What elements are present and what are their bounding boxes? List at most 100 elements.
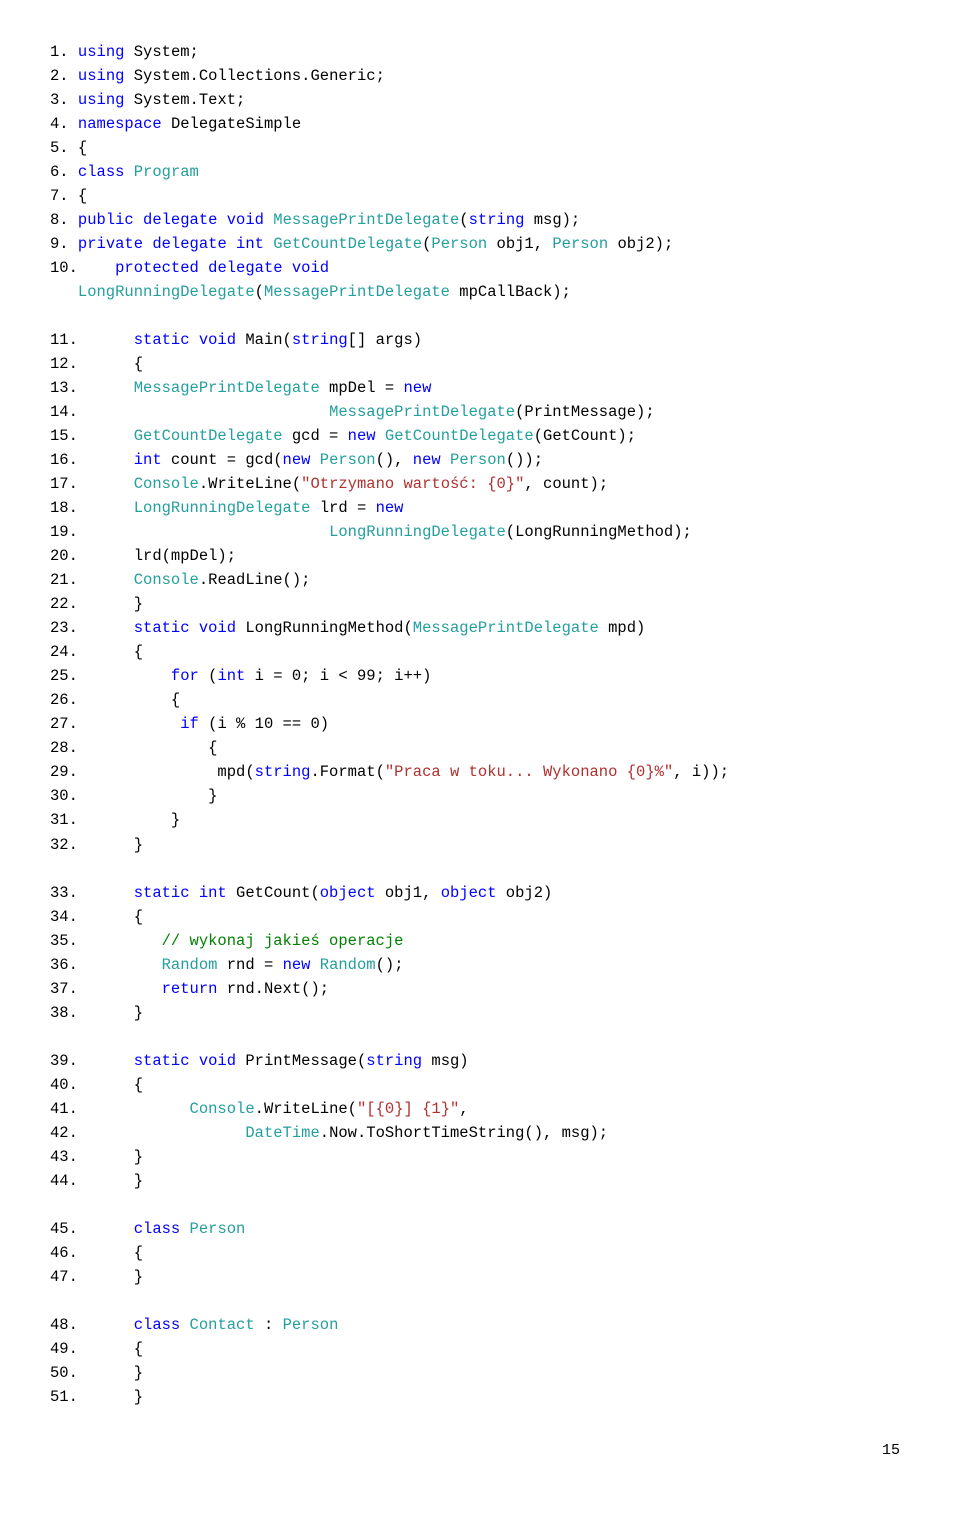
code-line: 12. {: [50, 352, 910, 376]
code-token: .WriteLine(: [199, 475, 301, 493]
code-token: int: [134, 451, 162, 469]
code-token: LongRunningDelegate: [329, 523, 506, 541]
code-line: 41. Console.WriteLine("[{0}] {1}",: [50, 1097, 910, 1121]
code-token: [78, 331, 134, 349]
code-line: 48. class Contact : Person: [50, 1313, 910, 1337]
code-token: string: [255, 763, 311, 781]
code-token: System.Collections.Generic;: [124, 67, 384, 85]
code-line: 34. {: [50, 905, 910, 929]
code-line: 44. }: [50, 1169, 910, 1193]
code-line: 50. }: [50, 1361, 910, 1385]
line-number: 22.: [50, 595, 78, 613]
code-token: [180, 1316, 189, 1334]
code-token: .WriteLine(: [255, 1100, 357, 1118]
line-number: 8.: [50, 211, 69, 229]
code-line: 21. Console.ReadLine();: [50, 568, 910, 592]
line-number: 15.: [50, 427, 78, 445]
code-line: 39. static void PrintMessage(string msg): [50, 1049, 910, 1073]
code-token: LongRunningDelegate: [134, 499, 311, 517]
code-token: }: [78, 1004, 143, 1022]
code-line: 28. {: [50, 736, 910, 760]
code-line: 11. static void Main(string[] args): [50, 328, 910, 352]
code-token: [78, 259, 115, 277]
code-token: {: [78, 1076, 143, 1094]
line-number: 19.: [50, 523, 78, 541]
line-number: 43.: [50, 1148, 78, 1166]
code-token: [69, 91, 78, 109]
code-token: [78, 932, 162, 950]
code-line: 32. }: [50, 833, 910, 857]
code-token: ,: [459, 1100, 468, 1118]
code-token: }: [78, 1268, 143, 1286]
line-number: 50.: [50, 1364, 78, 1382]
code-token: if: [180, 715, 199, 733]
code-token: obj2);: [608, 235, 673, 253]
line-number: 28.: [50, 739, 78, 757]
code-token: {: [78, 908, 143, 926]
line-number: 37.: [50, 980, 78, 998]
code-line: 38. }: [50, 1001, 910, 1025]
code-token: [78, 1220, 134, 1238]
code-line: 7. {: [50, 184, 910, 208]
code-line: 14. MessagePrintDelegate(PrintMessage);: [50, 400, 910, 424]
code-token: private delegate int: [78, 235, 264, 253]
code-token: [310, 451, 319, 469]
code-token: string: [292, 331, 348, 349]
line-number: 18.: [50, 499, 78, 517]
code-token: string: [469, 211, 525, 229]
code-token: [69, 43, 78, 61]
code-line: 26. {: [50, 688, 910, 712]
code-token: [78, 956, 162, 974]
code-token: DelegateSimple: [162, 115, 302, 133]
code-token: new: [376, 499, 404, 517]
code-token: System.Text;: [124, 91, 245, 109]
code-token: Contact: [190, 1316, 255, 1334]
code-token: {: [78, 691, 180, 709]
code-token: {: [78, 1340, 143, 1358]
code-token: PrintMessage(: [236, 1052, 366, 1070]
code-token: new: [283, 956, 311, 974]
code-token: Person: [552, 235, 608, 253]
code-line: 35. // wykonaj jakieś operacje: [50, 929, 910, 953]
code-token: class: [78, 163, 125, 181]
code-token: [78, 403, 329, 421]
code-block: 39. static void PrintMessage(string msg)…: [50, 1049, 910, 1193]
code-token: (i % 10 == 0): [199, 715, 329, 733]
code-line: 19. LongRunningDelegate(LongRunningMetho…: [50, 520, 910, 544]
code-token: }: [78, 595, 143, 613]
line-number: 4.: [50, 115, 69, 133]
code-token: class: [134, 1316, 181, 1334]
line-number: 21.: [50, 571, 78, 589]
code-line: 23. static void LongRunningMethod(Messag…: [50, 616, 910, 640]
code-token: }: [78, 1388, 143, 1406]
code-token: [69, 67, 78, 85]
code-token: Person: [320, 451, 376, 469]
code-token: (LongRunningMethod);: [506, 523, 692, 541]
code-token: [78, 427, 134, 445]
code-token: MessagePrintDelegate: [134, 379, 320, 397]
code-block: 1. using System;2. using System.Collecti…: [50, 40, 910, 304]
code-token: [] args): [348, 331, 422, 349]
line-number: 3.: [50, 91, 69, 109]
code-line: 51. }: [50, 1385, 910, 1409]
code-token: {: [69, 139, 88, 157]
code-token: {: [78, 739, 218, 757]
code-token: [50, 283, 78, 301]
code-token: mpd): [599, 619, 646, 637]
code-token: lrd =: [310, 499, 375, 517]
code-token: class: [134, 1220, 181, 1238]
line-number: 40.: [50, 1076, 78, 1094]
code-token: // wykonaj jakieś operacje: [162, 932, 404, 950]
line-number: 26.: [50, 691, 78, 709]
code-token: [78, 571, 134, 589]
code-token: [69, 211, 78, 229]
code-token: Console: [190, 1100, 255, 1118]
code-block: 45. class Person46. {47. }: [50, 1217, 910, 1289]
code-token: }: [78, 836, 143, 854]
code-token: .ReadLine();: [199, 571, 311, 589]
code-token: object: [441, 884, 497, 902]
line-number: 49.: [50, 1340, 78, 1358]
code-line: 10. protected delegate void: [50, 256, 910, 280]
line-number: 51.: [50, 1388, 78, 1406]
code-token: [78, 1100, 190, 1118]
